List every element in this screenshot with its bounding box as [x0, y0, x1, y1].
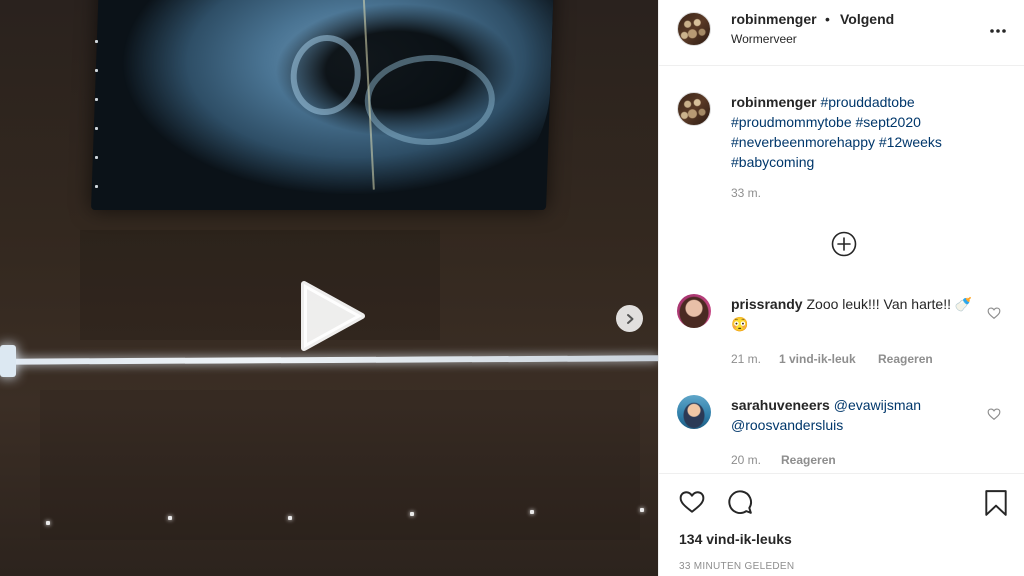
reply-button[interactable]: Reageren [878, 352, 933, 366]
heart-icon[interactable] [987, 306, 1001, 320]
heart-icon[interactable] [679, 489, 705, 515]
ultrasound-image [90, 0, 555, 210]
light-beam [0, 355, 658, 365]
plus-circle-icon [831, 231, 857, 257]
hashtag-link[interactable]: #12weeks [879, 134, 942, 150]
comment-username[interactable]: prissrandy [731, 296, 803, 312]
comment-username[interactable]: sarahuveneers [731, 397, 830, 413]
post-caption: robinmenger #prouddadtobe #proudmommytob… [731, 92, 1001, 172]
post-sidebar: robinmenger • Volgend Wormerveer robinme… [658, 0, 1024, 576]
comment: sarahuveneers @evawijsman @roosvanderslu… [731, 395, 981, 435]
light-dot [530, 510, 534, 514]
avatar[interactable] [677, 92, 711, 126]
chevron-right-icon [626, 313, 633, 324]
heart-icon[interactable] [987, 407, 1001, 421]
avatar[interactable] [677, 294, 711, 328]
separator-dot: • [825, 11, 830, 27]
post-timestamp[interactable]: 33 MINUTEN GELEDEN [679, 561, 794, 572]
comment-time[interactable]: 21 m. [731, 352, 761, 366]
avatar[interactable] [677, 395, 711, 429]
more-options-button[interactable] [990, 17, 1006, 38]
hashtag-link[interactable]: #neverbeenmorehappy [731, 134, 875, 150]
light-source [0, 345, 16, 377]
light-dot [168, 516, 172, 520]
comments-list[interactable]: robinmenger #prouddadtobe #proudmommytob… [659, 67, 1024, 473]
comment-likes-count[interactable]: 1 vind-ik-leuk [779, 352, 856, 366]
light-dot [410, 512, 414, 516]
comment-icon[interactable] [727, 489, 753, 515]
hashtag-link[interactable]: #prouddadtobe [820, 94, 914, 110]
mention-link[interactable]: @roosvandersluis [731, 417, 843, 433]
post-author-username[interactable]: robinmenger [731, 11, 817, 27]
next-media-button[interactable] [616, 305, 643, 332]
play-icon [301, 281, 365, 351]
reply-label[interactable]: Reageren [781, 453, 836, 467]
bookmark-icon[interactable] [983, 489, 1009, 517]
light-dot [46, 521, 50, 525]
comment: prissrandy Zooo leuk!!! Van harte!! 🍼😳 [731, 294, 981, 334]
hashtag-link[interactable]: #babycoming [731, 154, 814, 170]
mention-link[interactable]: @evawijsman [834, 397, 921, 413]
hashtag-link[interactable]: #sept2020 [856, 114, 921, 130]
likes-count[interactable]: 134 vind-ik-leuks [679, 531, 792, 547]
reply-button[interactable]: Reageren [781, 453, 836, 467]
video-artifact [80, 230, 440, 340]
comment-time[interactable]: 20 m. [731, 453, 761, 467]
play-button[interactable] [294, 278, 370, 354]
video-artifact [40, 390, 640, 540]
avatar[interactable] [677, 12, 711, 46]
post-header: robinmenger • Volgend Wormerveer [659, 0, 1024, 66]
hashtag-link[interactable]: #proudmommytobe [731, 114, 852, 130]
ultrasound-ruler [95, 40, 99, 210]
post-actions: 134 vind-ik-leuks 33 MINUTEN GELEDEN [659, 473, 1024, 576]
post-location[interactable]: Wormerveer [731, 32, 797, 46]
light-dot [640, 508, 644, 512]
follow-status-button[interactable]: Volgend [840, 11, 894, 27]
load-more-comments-button[interactable] [831, 231, 857, 257]
reply-label[interactable]: Reageren [878, 352, 933, 366]
more-horizontal-icon [990, 29, 1006, 33]
comment-likes-link[interactable]: 1 vind-ik-leuk [779, 352, 856, 366]
caption-time[interactable]: 33 m. [731, 186, 761, 200]
post-media[interactable] [0, 0, 658, 576]
light-dot [288, 516, 292, 520]
caption-username[interactable]: robinmenger [731, 94, 817, 110]
